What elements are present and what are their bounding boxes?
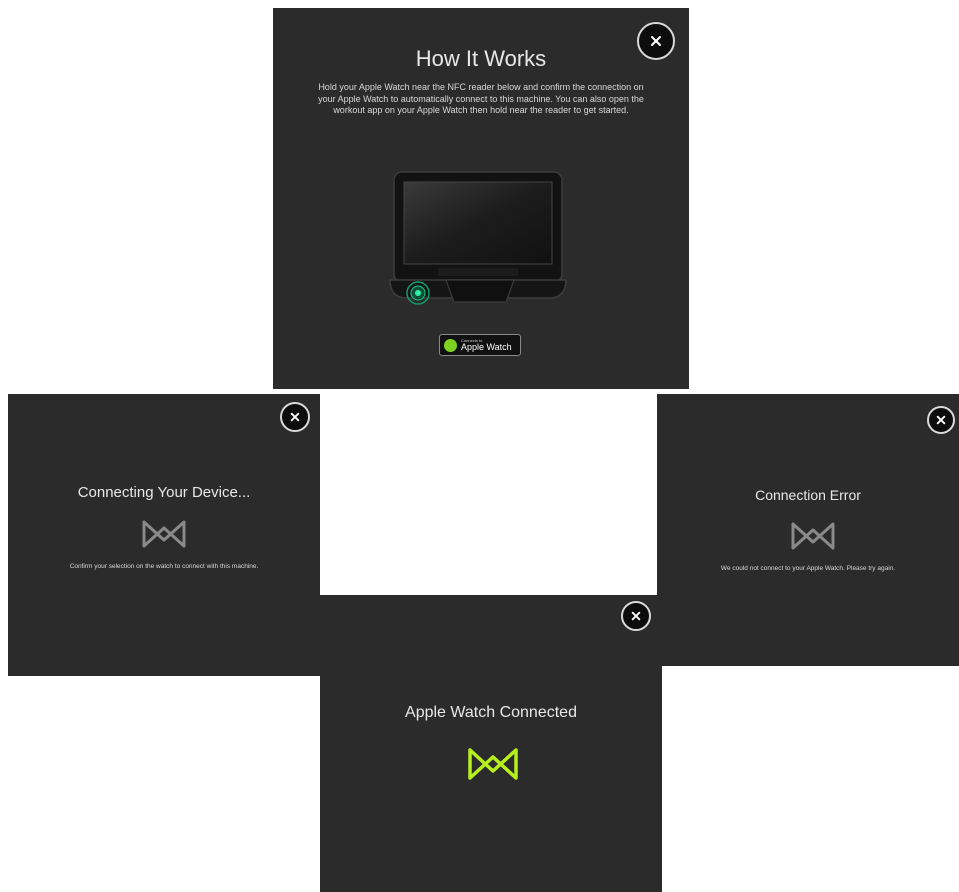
- dialog-description: Hold your Apple Watch near the NFC reade…: [318, 82, 644, 115]
- connection-error-dialog: Connection Error We could not connect to…: [657, 394, 959, 666]
- dialog-title: Apple Watch Connected: [405, 704, 577, 721]
- close-button[interactable]: [280, 402, 310, 432]
- close-button[interactable]: [621, 601, 651, 631]
- close-button[interactable]: [927, 406, 955, 434]
- gymkit-icon: [142, 520, 186, 548]
- connecting-dialog: Connecting Your Device... Confirm your s…: [8, 394, 320, 676]
- dialog-title: Connection Error: [755, 487, 861, 503]
- gymkit-logo-icon: [444, 338, 457, 352]
- badge-label: Apple Watch: [461, 341, 512, 352]
- connected-dialog: Apple Watch Connected: [320, 595, 662, 892]
- close-icon: [631, 611, 641, 621]
- gymkit-icon: [791, 522, 835, 550]
- connects-to-apple-watch-badge: Connects to Apple Watch: [439, 334, 521, 356]
- dialog-title: Connecting Your Device...: [77, 484, 251, 501]
- dialog-description: We could not connect to your Apple Watch…: [720, 565, 896, 572]
- close-icon: [936, 415, 946, 425]
- gymkit-icon: [468, 748, 518, 780]
- how-it-works-dialog: How It Works Hold your Apple Watch near …: [273, 8, 689, 389]
- treadmill-console-illustration: [389, 171, 567, 305]
- dialog-description: Confirm your selection on the watch to c…: [69, 563, 259, 570]
- close-icon: [290, 412, 300, 422]
- dialog-title: How It Works: [415, 46, 547, 71]
